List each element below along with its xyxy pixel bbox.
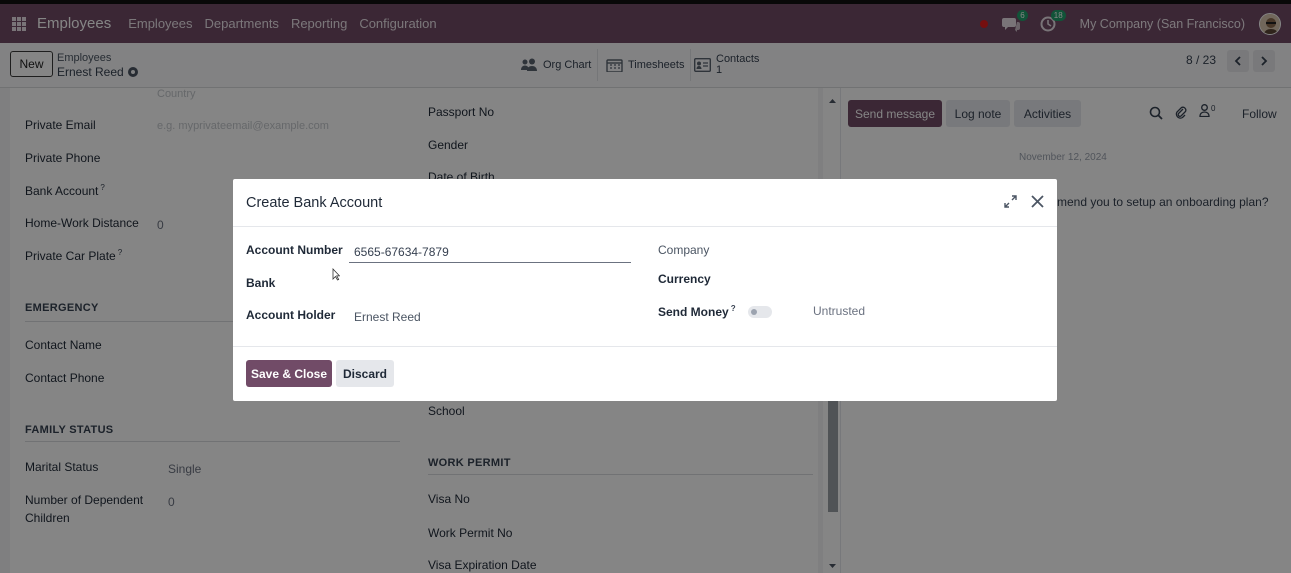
save-close-button[interactable]: Save & Close xyxy=(246,360,332,387)
bank-label: Bank xyxy=(246,276,276,290)
discard-button[interactable]: Discard xyxy=(336,360,394,387)
close-icon[interactable] xyxy=(1030,194,1045,209)
currency-label: Currency xyxy=(658,272,711,286)
send-money-label: Send Money? xyxy=(658,304,736,319)
expand-icon[interactable] xyxy=(1004,195,1017,208)
account-number-label: Account Number xyxy=(246,243,343,257)
account-number-input[interactable] xyxy=(349,241,631,263)
send-money-toggle[interactable] xyxy=(748,306,772,318)
account-holder-label: Account Holder xyxy=(246,308,336,322)
account-holder-field[interactable]: Ernest Reed xyxy=(354,310,421,324)
bank-field[interactable] xyxy=(349,271,631,293)
dialog-title: Create Bank Account xyxy=(246,195,383,211)
company-label: Company xyxy=(658,243,710,257)
create-bank-account-dialog: Create Bank Account Account Number Bank … xyxy=(233,179,1057,401)
trust-status-text: Untrusted xyxy=(813,304,866,318)
dialog-footer-divider xyxy=(233,346,1057,347)
dialog-header-divider xyxy=(233,226,1057,227)
mouse-cursor-icon xyxy=(332,268,340,281)
